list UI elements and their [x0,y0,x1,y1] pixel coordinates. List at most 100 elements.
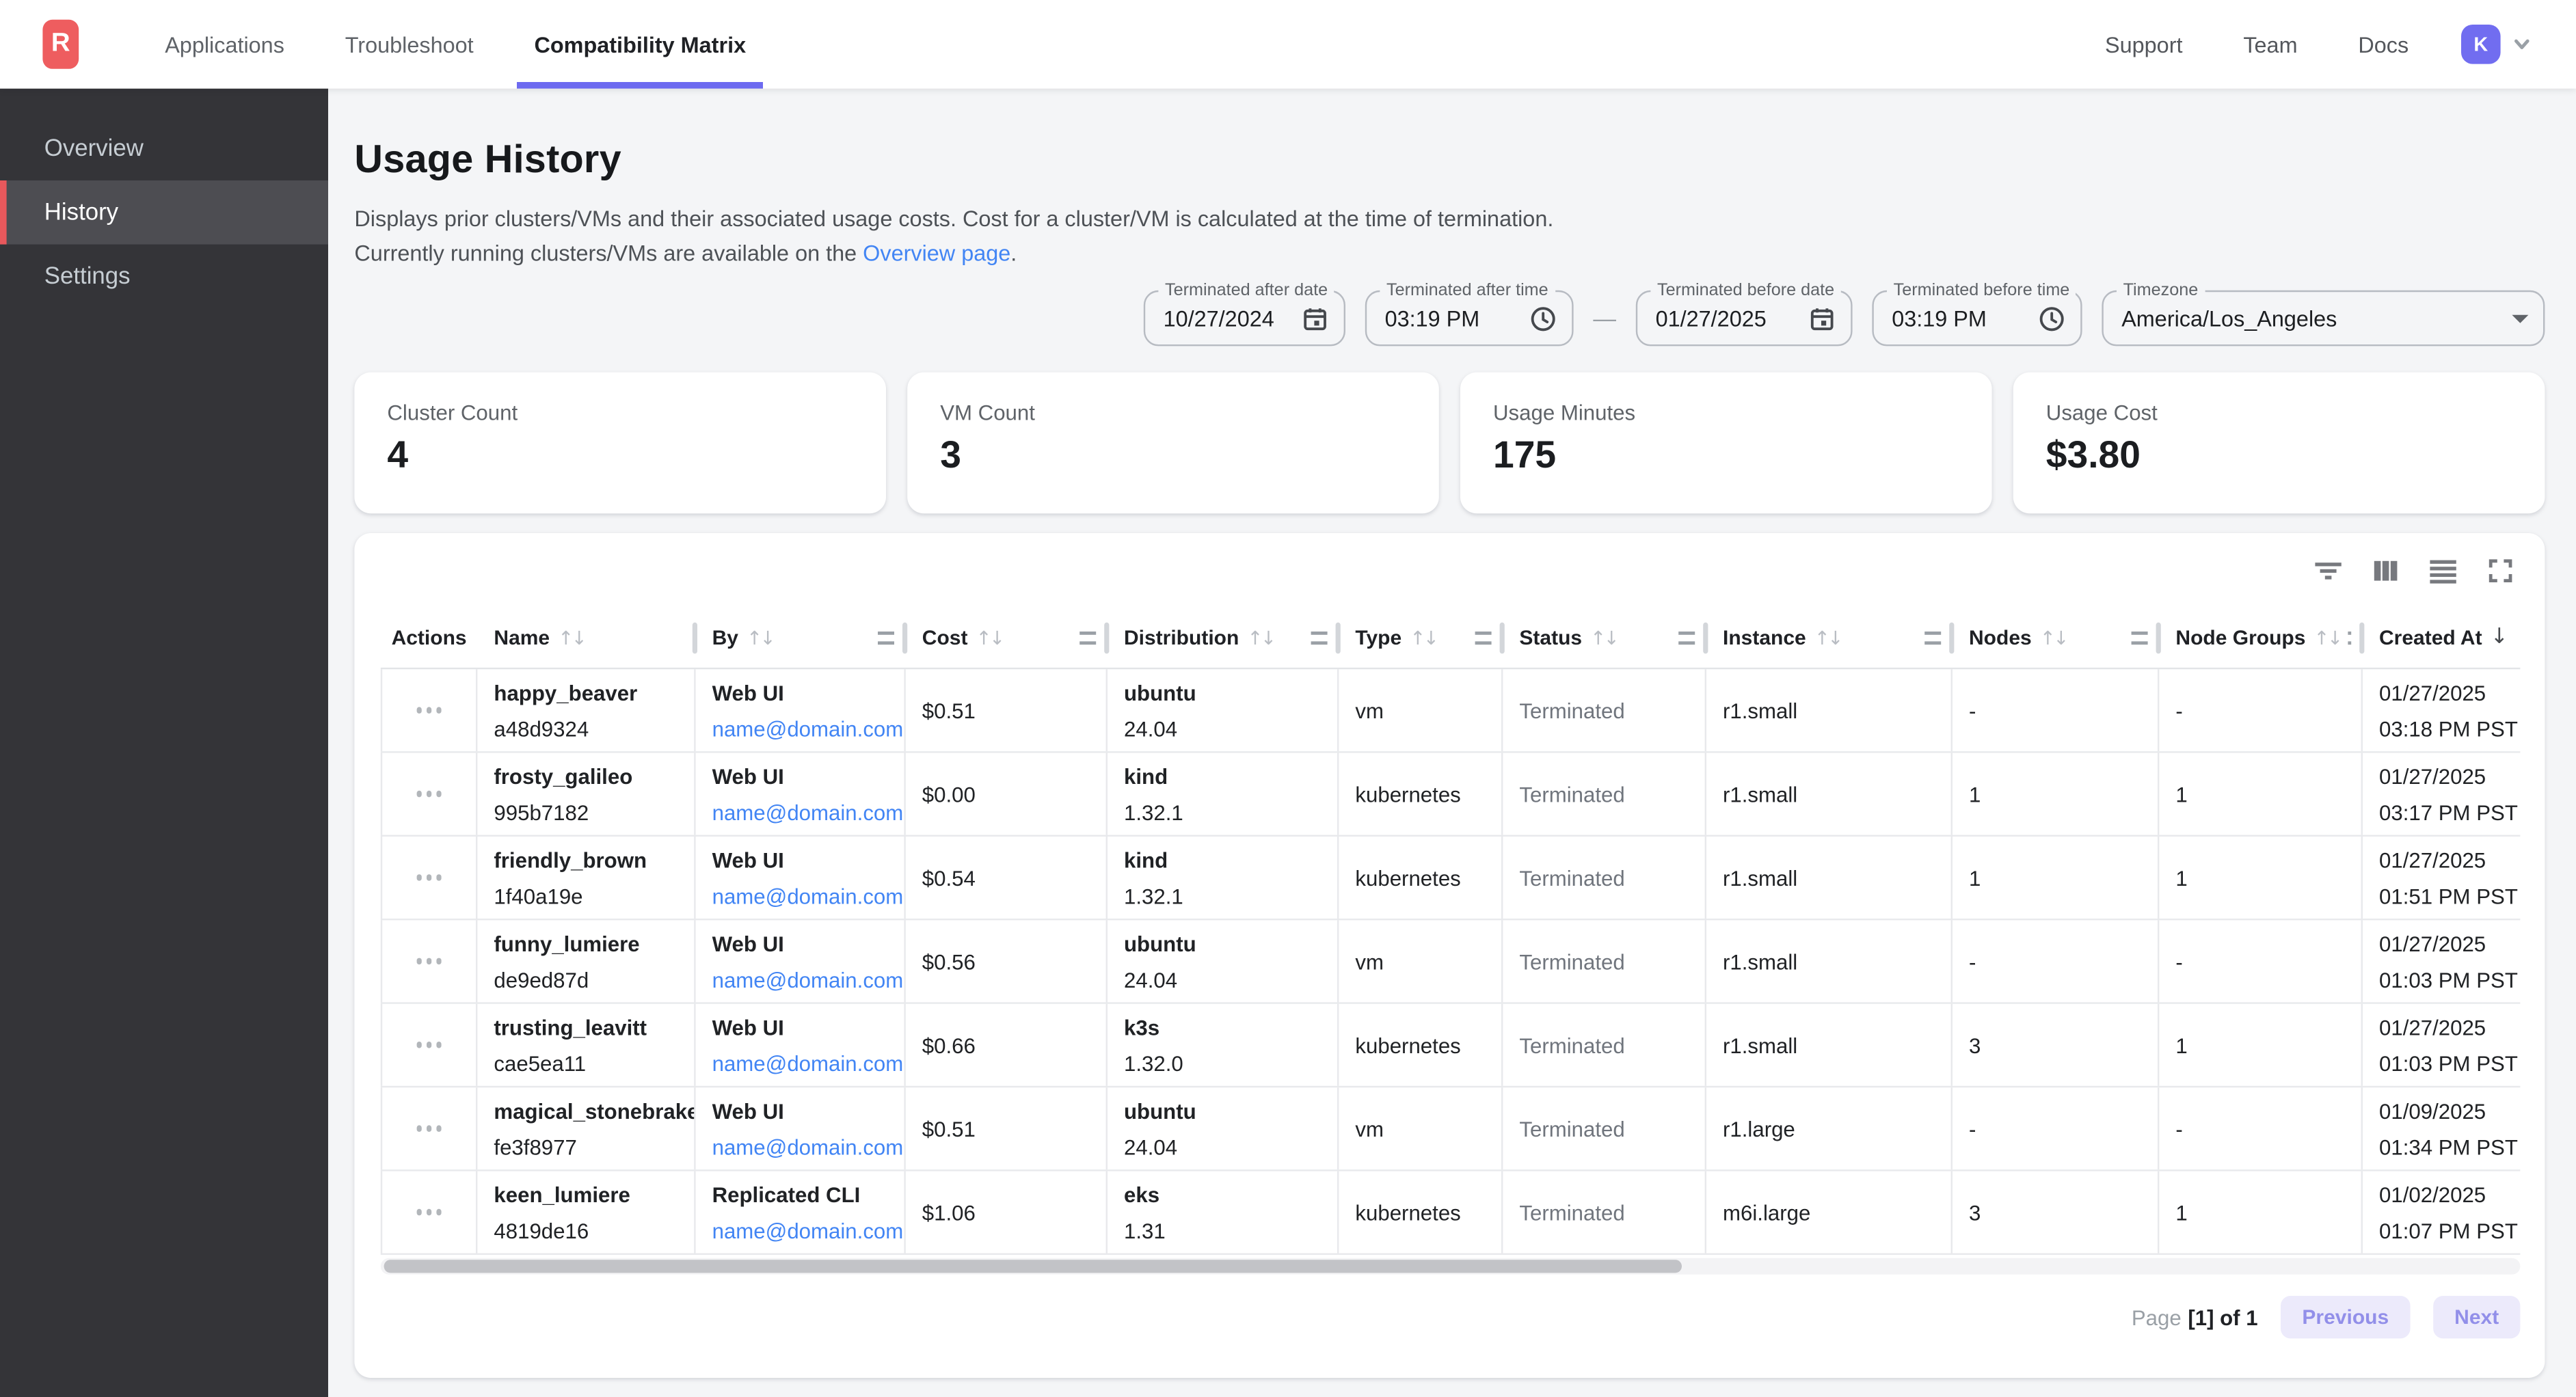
column-header-distribution[interactable]: Distribution↑↓ [1108,607,1339,668]
column-header-nodes[interactable]: Nodes↑↓ [1953,607,2159,668]
terminated-before-time-field[interactable]: Terminated before time 03:19 PM [1872,290,2082,347]
created-by-email-link[interactable]: name@domain.com [712,716,904,741]
sort-icon[interactable]: ↑↓ [558,626,585,649]
created-by-email-link[interactable]: name@domain.com [712,800,904,824]
column-header-created-at[interactable]: Created At↓ [2363,607,2520,668]
avatar[interactable]: K [2461,25,2501,64]
sort-icon[interactable]: ↑↓ [976,626,1002,649]
node-groups-value: - [2175,949,2361,973]
table-row: trusting_leavittcae5ea11 Web UIname@doma… [381,1004,2521,1087]
column-menu-icon[interactable] [1475,631,1492,644]
column-header-by[interactable]: By↑↓ [696,607,906,668]
replicated-logo[interactable]: R [42,20,79,69]
next-page-button[interactable]: Next [2433,1296,2520,1338]
terminated-after-time-field[interactable]: Terminated after time 03:19 PM [1365,290,1574,347]
nodes-value: 3 [1969,1033,2158,1057]
actions-cell [381,837,478,919]
column-header-node-groups[interactable]: Node Groups↑↓ [2159,607,2363,668]
column-menu-icon[interactable] [2132,631,2148,644]
created-by-source: Web UI [712,763,904,788]
created-by-email-link[interactable]: name@domain.com [712,1050,904,1075]
row-actions-button[interactable] [410,1203,448,1222]
nav-link-support[interactable]: Support [2105,32,2183,57]
status-badge: Terminated [1519,949,1704,973]
sidebar-item-history[interactable]: History [0,180,328,245]
terminated-before-date-field[interactable]: Terminated before date 01/27/2025 [1636,290,1853,347]
nav-link-team[interactable]: Team [2243,32,2297,57]
created-by-email-link[interactable]: name@domain.com [712,1218,904,1243]
column-header-cost[interactable]: Cost↑↓ [906,607,1108,668]
sidebar-item-label: Overview [44,135,144,161]
cluster-id: 995b7182 [494,800,694,824]
column-menu-icon[interactable] [1311,631,1328,644]
table-row: magical_stonebrakerfe3f8977 Web UIname@d… [381,1087,2521,1171]
created-by-email-link[interactable]: name@domain.com [712,883,904,908]
cost-value: $0.51 [922,1116,1106,1141]
timezone-select[interactable]: Timezone America/Los_Angeles [2102,290,2545,347]
columns-icon[interactable] [2371,556,2400,586]
node-groups-value: 1 [2175,782,2361,806]
page-title: Usage History [354,138,2545,184]
column-header-instance[interactable]: Instance↑↓ [1706,607,1953,668]
column-menu-icon[interactable] [1924,631,1941,644]
overview-page-link[interactable]: Overview page [863,241,1010,266]
page-description: Displays prior clusters/VMs and their as… [354,202,1637,271]
clock-icon[interactable] [2038,304,2066,332]
nav-link-docs[interactable]: Docs [2358,32,2409,57]
row-actions-button[interactable] [410,868,448,887]
column-header-status[interactable]: Status↑↓ [1503,607,1706,668]
sort-icon[interactable]: ↑↓ [1410,626,1436,649]
previous-page-button[interactable]: Previous [2281,1296,2410,1338]
distribution-cell: kind1.32.1 [1108,837,1339,919]
nodes-cell: - [1953,1087,2159,1169]
type-value: vm [1355,949,1501,973]
row-actions-button[interactable] [410,785,448,804]
clock-icon[interactable] [1529,304,1557,332]
tab-compatibility-matrix[interactable]: Compatibility Matrix [504,0,776,89]
fullscreen-icon[interactable] [2486,556,2515,586]
row-actions-button[interactable] [410,952,448,971]
column-header-type[interactable]: Type↑↓ [1339,607,1503,668]
instance-value: r1.small [1723,865,1951,890]
main-content: Usage History Displays prior clusters/VM… [328,89,2576,1397]
distribution-cell: ubuntu24.04 [1108,1087,1339,1169]
horizontal-scrollbar-thumb[interactable] [384,1260,1682,1273]
sort-icon[interactable]: ↑↓ [2040,626,2067,649]
calendar-icon[interactable] [1301,304,1329,332]
sort-icon[interactable]: ↑↓ [747,626,773,649]
column-header-name[interactable]: Name↑↓ [477,607,695,668]
terminated-after-date-field[interactable]: Terminated after date 10/27/2024 [1144,290,1345,347]
sidebar-item-overview[interactable]: Overview [0,116,328,180]
column-menu-icon[interactable] [1079,631,1096,644]
created-time: 01:03 PM PST [2379,1050,2520,1075]
sort-icon[interactable]: ↑↓ [1247,626,1274,649]
filter-icon[interactable] [2313,556,2343,586]
distribution-cell: k3s1.32.0 [1108,1004,1339,1086]
sort-icon[interactable]: ↑↓ [1814,626,1841,649]
chevron-down-icon[interactable] [2510,33,2534,56]
column-menu-icon[interactable] [878,631,894,644]
column-menu-icon[interactable] [2348,631,2351,644]
sidebar-item-settings[interactable]: Settings [0,245,328,309]
created-date: 01/02/2025 [2379,1182,2520,1206]
caret-down-icon[interactable] [2512,314,2528,323]
tab-label: Compatibility Matrix [534,32,746,57]
status-badge: Terminated [1519,1033,1704,1057]
calendar-icon[interactable] [1808,304,1836,332]
sort-icon[interactable]: ↑↓ [1590,626,1617,649]
row-actions-button[interactable] [410,701,448,720]
tab-troubleshoot[interactable]: Troubleshoot [314,0,504,89]
sort-icon[interactable]: ↑↓ [2313,626,2340,649]
instance-cell: r1.small [1706,837,1953,919]
created-by-email-link[interactable]: name@domain.com [712,967,904,992]
row-actions-button[interactable] [410,1119,448,1138]
column-menu-icon[interactable] [1678,631,1695,644]
usage-table-card: Actions Name↑↓ By↑↓ Cost↑↓ Distribution↑… [354,533,2545,1378]
density-icon[interactable] [2428,556,2458,586]
tab-applications[interactable]: Applications [135,0,315,89]
created-by-email-link[interactable]: name@domain.com [712,1135,904,1159]
node-groups-value: - [2175,698,2361,722]
sort-desc-icon[interactable]: ↓ [2491,625,2508,649]
cost-cell: $1.06 [906,1171,1108,1253]
row-actions-button[interactable] [410,1035,448,1055]
